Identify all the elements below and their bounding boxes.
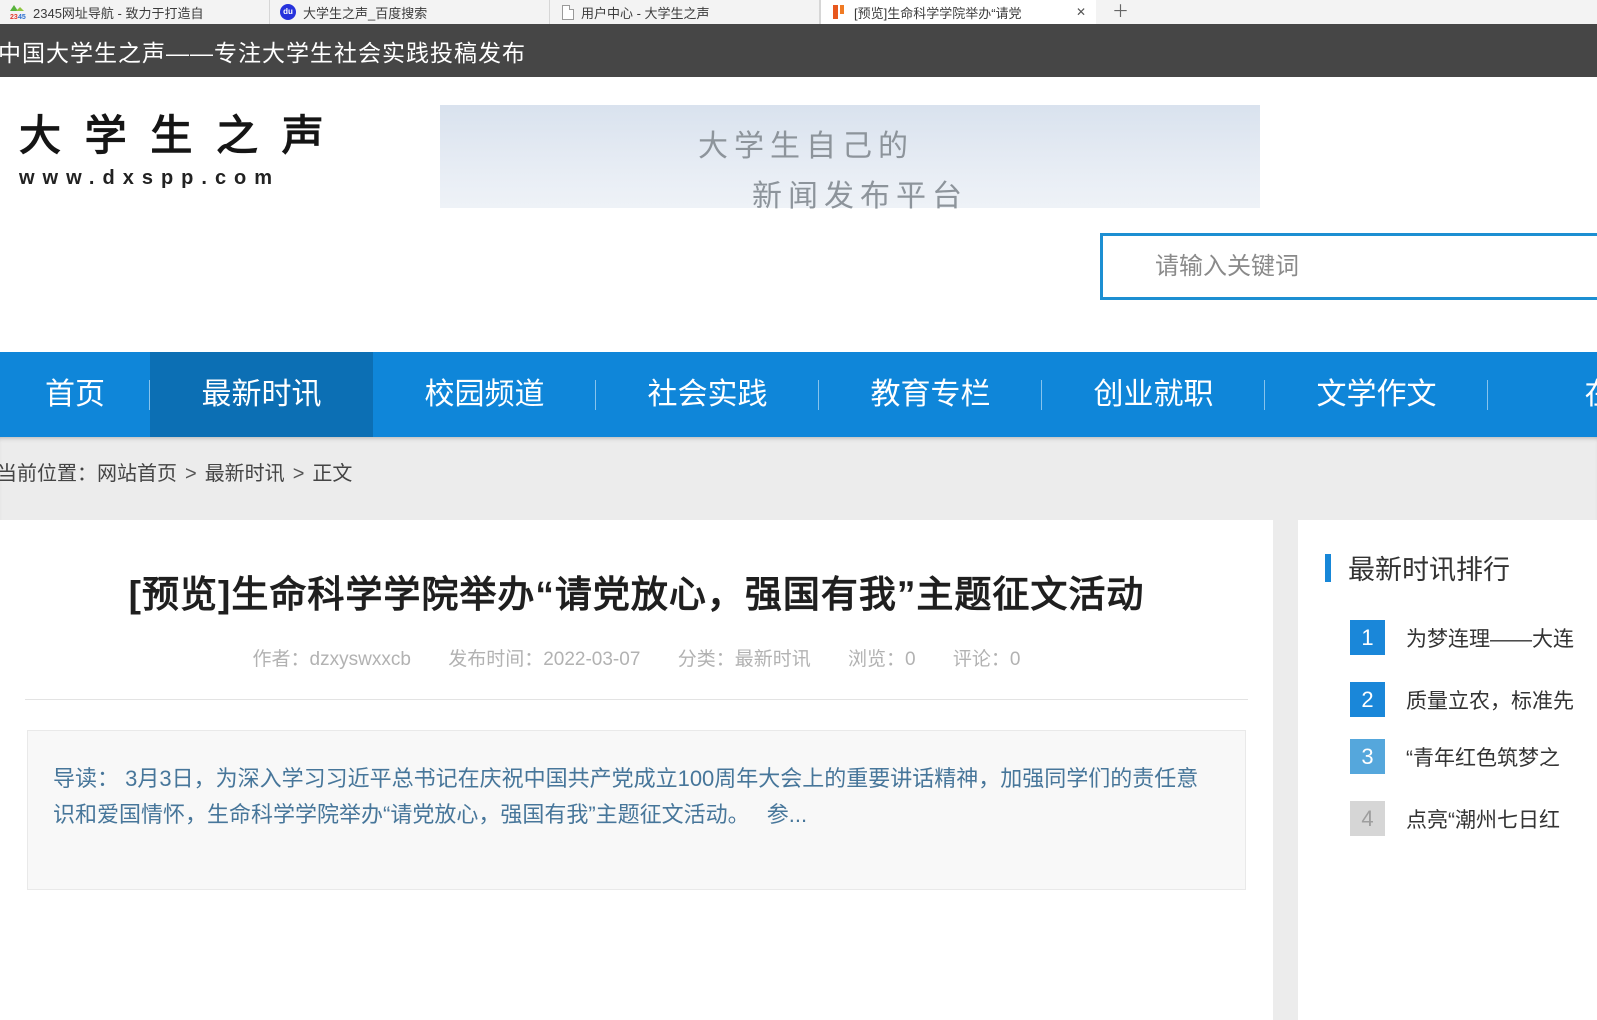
- nav-item-literature-essay[interactable]: 文学作文: [1265, 352, 1488, 437]
- rank-link[interactable]: 点亮“潮州七日红: [1406, 804, 1560, 834]
- breadcrumb-separator: >: [293, 463, 305, 485]
- meta-publish-time: 发布时间：2022-03-07: [448, 649, 640, 670]
- nav-item-home[interactable]: 首页: [0, 352, 150, 437]
- tab-title: [预览]生命科学学院举办“请党: [854, 3, 1070, 22]
- logo-url: www.dxspp.com: [19, 167, 330, 190]
- rank-link[interactable]: 质量立农，标准先: [1406, 685, 1574, 715]
- search-input[interactable]: [1103, 236, 1597, 297]
- breadcrumb-separator: >: [185, 463, 197, 485]
- svg-text:23: 23: [10, 14, 18, 20]
- browser-tab-bar: 23 45 2345网址导航 - 致力于打造自 du 大学生之声_百度搜索 用户…: [0, 0, 1597, 24]
- 2345-icon: 23 45: [10, 4, 26, 20]
- nav-item-online-cutoff[interactable]: 在: [1488, 352, 1597, 437]
- close-tab-icon[interactable]: ✕: [1076, 5, 1086, 19]
- breadcrumb-current: 正文: [312, 463, 352, 485]
- ranking-item[interactable]: 2 质量立农，标准先: [1350, 682, 1574, 717]
- tab-title: 2345网址导航 - 致力于打造自: [33, 3, 259, 22]
- baidu-icon: du: [280, 4, 296, 20]
- nav-item-education-column[interactable]: 教育专栏: [819, 352, 1042, 437]
- browser-tab-user-center[interactable]: 用户中心 - 大学生之声: [550, 0, 820, 24]
- ranking-header: 最新时讯排行: [1325, 548, 1510, 587]
- nav-item-social-practice[interactable]: 社会实践: [596, 352, 819, 437]
- main-nav: 首页 最新时讯 校园频道 社会实践 教育专栏 创业就职 文学作文 在: [0, 352, 1597, 437]
- site-header: 大 学 生 之 声 www.dxspp.com 大学生自己的 新闻发布平台: [0, 77, 1597, 352]
- rank-badge: 3: [1350, 739, 1385, 774]
- nav-item-campus-channel[interactable]: 校园频道: [373, 352, 596, 437]
- meta-category: 分类：最新时讯: [678, 649, 811, 670]
- site-slogan-bar: 中国大学生之声——专注大学生社会实践投稿发布: [0, 24, 1597, 77]
- accent-bar-icon: [1325, 554, 1331, 582]
- meta-comments: 评论：0: [953, 649, 1021, 670]
- nav-item-latest-news[interactable]: 最新时讯: [150, 352, 373, 437]
- header-banner: 大学生自己的 新闻发布平台: [440, 105, 1260, 208]
- breadcrumb-prefix: 当前位置：: [0, 463, 97, 485]
- ranking-title: 最新时讯排行: [1348, 548, 1510, 587]
- article-summary-box: 导读： 3月3日，为深入学习习近平总书记在庆祝中国共产党成立100周年大会上的重…: [27, 730, 1246, 890]
- content-area: 当前位置：网站首页 > 最新时讯 > 正文 [预览]生命科学学院举办“请党放心，强国有我…: [0, 437, 1597, 850]
- rank-badge: 1: [1350, 620, 1385, 655]
- ranking-sidebar: 最新时讯排行 1 为梦连理——大连 2 质量立农，标准先 3 “青年红色筑梦之 …: [1298, 520, 1597, 1020]
- breadcrumb: 当前位置：网站首页 > 最新时讯 > 正文: [0, 457, 352, 486]
- site-logo[interactable]: 大 学 生 之 声 www.dxspp.com: [19, 102, 330, 190]
- meta-author: 作者：dzxyswxxcb: [253, 649, 411, 670]
- tab-title: 大学生之声_百度搜索: [303, 3, 539, 22]
- svg-text:45: 45: [18, 14, 26, 20]
- site-slogan: 中国大学生之声——专注大学生社会实践投稿发布: [0, 34, 526, 68]
- rank-link[interactable]: “青年红色筑梦之: [1406, 742, 1560, 772]
- banner-line1: 大学生自己的: [698, 121, 1260, 165]
- search-box: [1100, 233, 1597, 300]
- banner-line2: 新闻发布平台: [752, 171, 1260, 215]
- ranking-item[interactable]: 3 “青年红色筑梦之: [1350, 739, 1560, 774]
- article-summary-text: 导读： 3月3日，为深入学习习近平总书记在庆祝中国共产党成立100周年大会上的重…: [53, 761, 1220, 833]
- breadcrumb-category-link[interactable]: 最新时讯: [205, 463, 285, 485]
- browser-tab-baidu-search[interactable]: du 大学生之声_百度搜索: [270, 0, 550, 24]
- ranking-item[interactable]: 4 点亮“潮州七日红: [1350, 801, 1560, 836]
- ranking-item[interactable]: 1 为梦连理——大连: [1350, 620, 1574, 655]
- site-icon: [831, 4, 847, 20]
- rank-badge: 4: [1350, 801, 1385, 836]
- rank-link[interactable]: 为梦连理——大连: [1406, 623, 1574, 653]
- rank-badge: 2: [1350, 682, 1385, 717]
- breadcrumb-home-link[interactable]: 网站首页: [97, 463, 177, 485]
- logo-title: 大 学 生 之 声: [19, 102, 330, 163]
- article-title: [预览]生命科学学院举办“请党放心，强国有我”主题征文活动: [0, 564, 1273, 618]
- nav-item-startup-career[interactable]: 创业就职: [1042, 352, 1265, 437]
- tab-title: 用户中心 - 大学生之声: [581, 3, 809, 22]
- article-card: [预览]生命科学学院举办“请党放心，强国有我”主题征文活动 作者：dzxyswx…: [0, 520, 1273, 1020]
- meta-views: 浏览：0: [848, 649, 916, 670]
- browser-tab-2345[interactable]: 23 45 2345网址导航 - 致力于打造自: [0, 0, 270, 24]
- article-divider: [25, 699, 1248, 700]
- browser-tab-article-active[interactable]: [预览]生命科学学院举办“请党 ✕: [820, 0, 1096, 24]
- article-meta: 作者：dzxyswxxcb 发布时间：2022-03-07 分类：最新时讯 浏览…: [0, 644, 1273, 671]
- page-icon: [562, 5, 574, 20]
- new-tab-button[interactable]: ＋: [1112, 0, 1129, 24]
